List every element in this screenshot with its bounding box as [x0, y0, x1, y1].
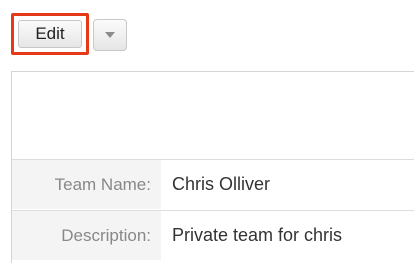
field-value: Chris Olliver — [172, 174, 271, 194]
field-row-team-name: Team Name: Chris Olliver — [12, 159, 414, 209]
record-view: Edit Team Name: Chris Olliver Descriptio… — [0, 0, 414, 263]
chevron-down-icon — [105, 32, 115, 38]
field-row-description: Description: Private team for chris — [12, 210, 414, 260]
actions-dropdown-button[interactable] — [93, 19, 127, 51]
field-label: Description: — [12, 211, 161, 260]
edit-button[interactable]: Edit — [18, 20, 82, 48]
record-detail-panel: Team Name: Chris Olliver Description: Pr… — [11, 71, 414, 263]
edit-button-label: Edit — [35, 24, 65, 43]
field-value: Private team for chris — [172, 225, 343, 245]
edit-button-highlight: Edit — [11, 13, 89, 55]
field-label: Team Name: — [12, 160, 161, 209]
